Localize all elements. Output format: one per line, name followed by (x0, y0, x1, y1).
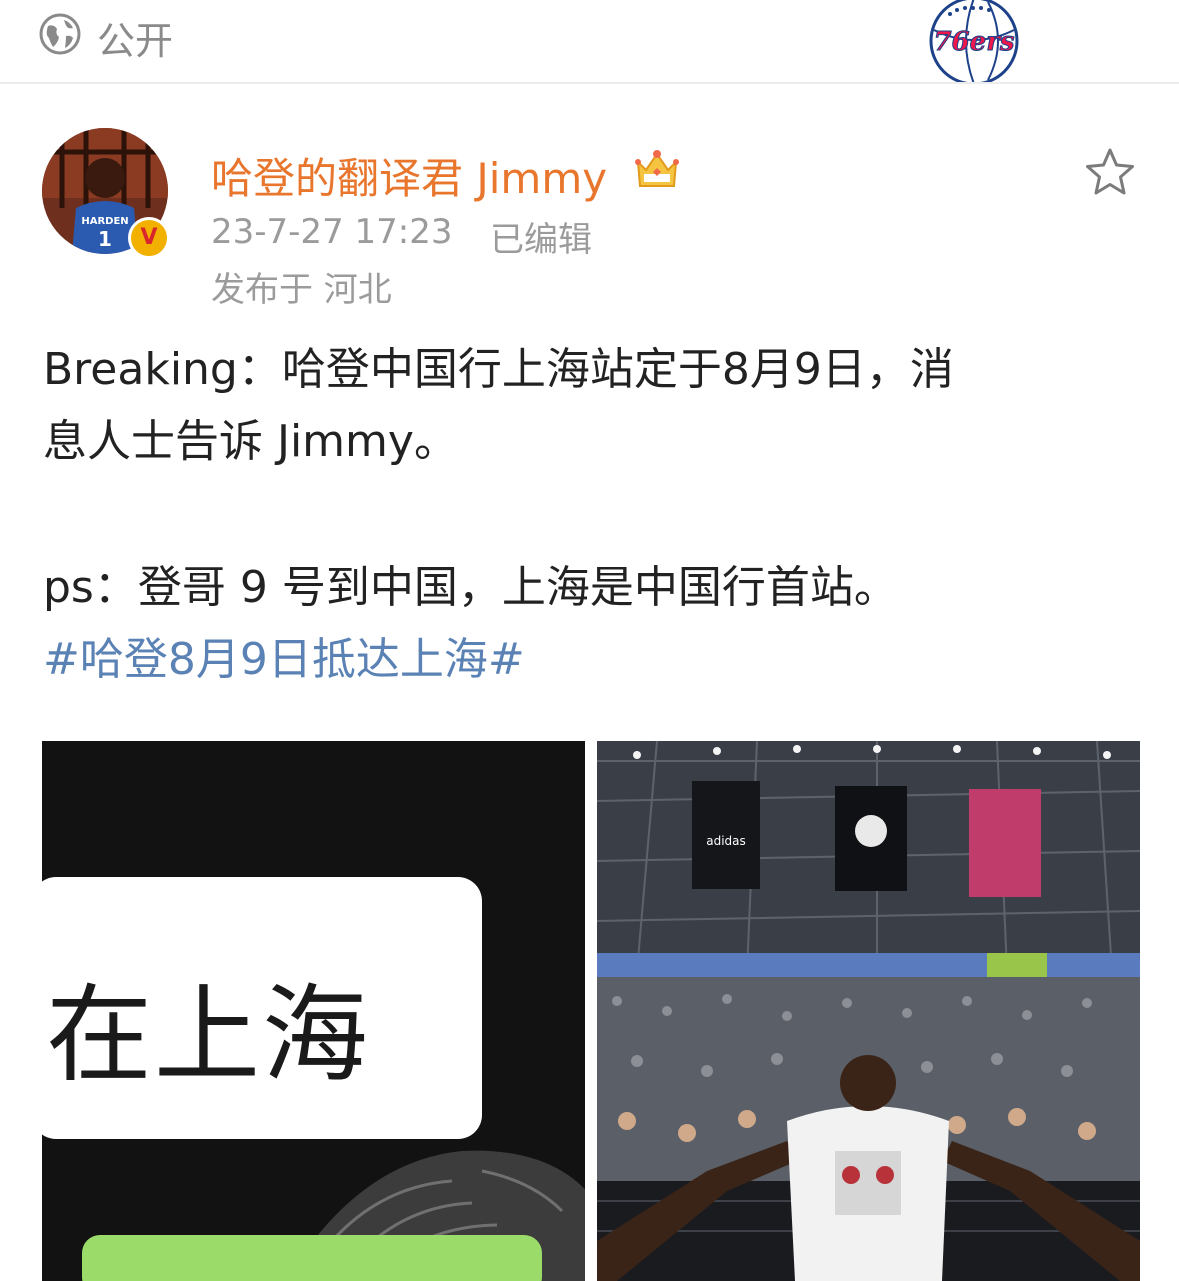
svg-text:adidas: adidas (706, 834, 746, 848)
76ers-logo: 76ers (929, 0, 1019, 82)
svg-text:76ers: 76ers (933, 27, 1014, 57)
arena-photo: adidas (597, 741, 1140, 1281)
author-name[interactable]: 哈登的翻译君 Jimmy (211, 145, 607, 206)
post-text-line-1: Breaking：哈登中国行上海站定于8月9日，消 (43, 344, 954, 395)
verified-badge-icon: V (128, 217, 170, 259)
top-bar: 公开 76ers (0, 0, 1179, 84)
post-location: 发布于 河北 (211, 270, 392, 310)
svg-text:1: 1 (98, 227, 112, 251)
post-text-line-2: 息人士告诉 Jimmy。 (43, 416, 458, 467)
post-image-2[interactable]: adidas (597, 741, 1140, 1281)
edited-label[interactable]: 已编辑 (490, 212, 592, 261)
star-icon[interactable] (1084, 147, 1136, 197)
crown-icon[interactable] (634, 148, 680, 192)
post-text-line-3: ps：登哥 9 号到中国，上海是中国行首站。 (43, 562, 898, 613)
svg-text:HARDEN: HARDEN (81, 216, 128, 227)
post-image-1[interactable]: 在上海 (42, 741, 585, 1281)
hashtag-link[interactable]: #哈登8月9日抵达上海# (43, 624, 525, 696)
post-timestamp: 23-7-27 17:23 (211, 212, 453, 252)
visibility-label[interactable]: 公开 (97, 10, 173, 65)
globe-icon (39, 13, 81, 55)
green-message-bar (82, 1235, 542, 1281)
sneaker-graphic (292, 1150, 585, 1281)
